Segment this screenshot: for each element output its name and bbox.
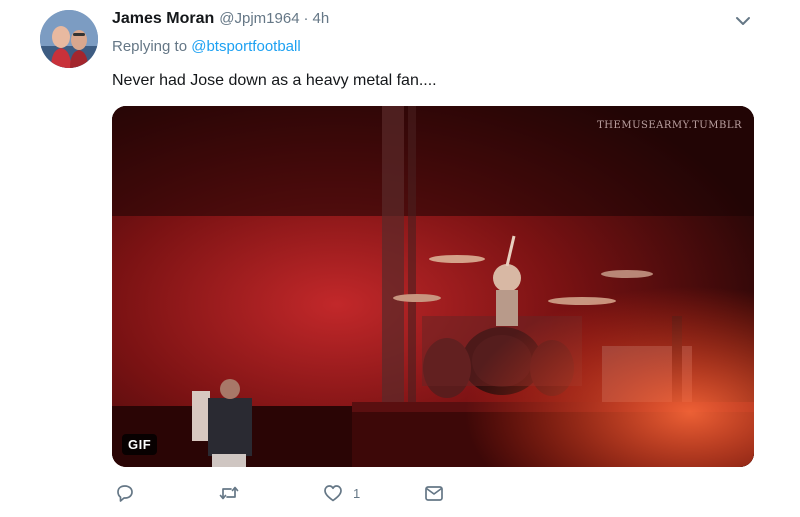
gif-media[interactable]: THEMUSEARMY.TUMBLR GIF [112, 106, 754, 467]
separator-dot: · [303, 10, 309, 27]
reply-icon [117, 485, 133, 502]
like-count: 1 [353, 485, 361, 501]
like-button[interactable]: 1 [322, 482, 360, 504]
tweet-header: James Moran @Jpjm1964 · 4h [112, 10, 329, 32]
direct-message-button[interactable] [423, 482, 445, 504]
reply-button[interactable] [114, 482, 136, 504]
retweet-icon [219, 486, 239, 500]
media-watermark: THEMUSEARMY.TUMBLR [597, 120, 742, 131]
tweet-text: Never had Jose down as a heavy metal fan… [112, 72, 437, 89]
author-name[interactable]: James Moran [112, 10, 214, 28]
retweet-button[interactable] [218, 482, 240, 504]
avatar[interactable] [40, 10, 98, 68]
timestamp[interactable]: 4h [313, 10, 330, 27]
avatar-image [40, 10, 98, 68]
tweet-actions: 1 [112, 482, 512, 506]
envelope-icon [425, 486, 443, 501]
chevron-down-icon[interactable] [734, 12, 752, 30]
concert-stage-image [112, 106, 754, 467]
heart-icon [324, 485, 342, 502]
replying-to-line: Replying to @btsportfootball [112, 38, 301, 55]
replying-to-link[interactable]: @btsportfootball [191, 38, 300, 55]
author-handle[interactable]: @Jpjm1964 [219, 10, 299, 27]
tweet[interactable]: James Moran @Jpjm1964 · 4h Replying to @… [0, 0, 800, 517]
replying-prefix: Replying to [112, 38, 188, 55]
gif-badge: GIF [122, 434, 158, 455]
